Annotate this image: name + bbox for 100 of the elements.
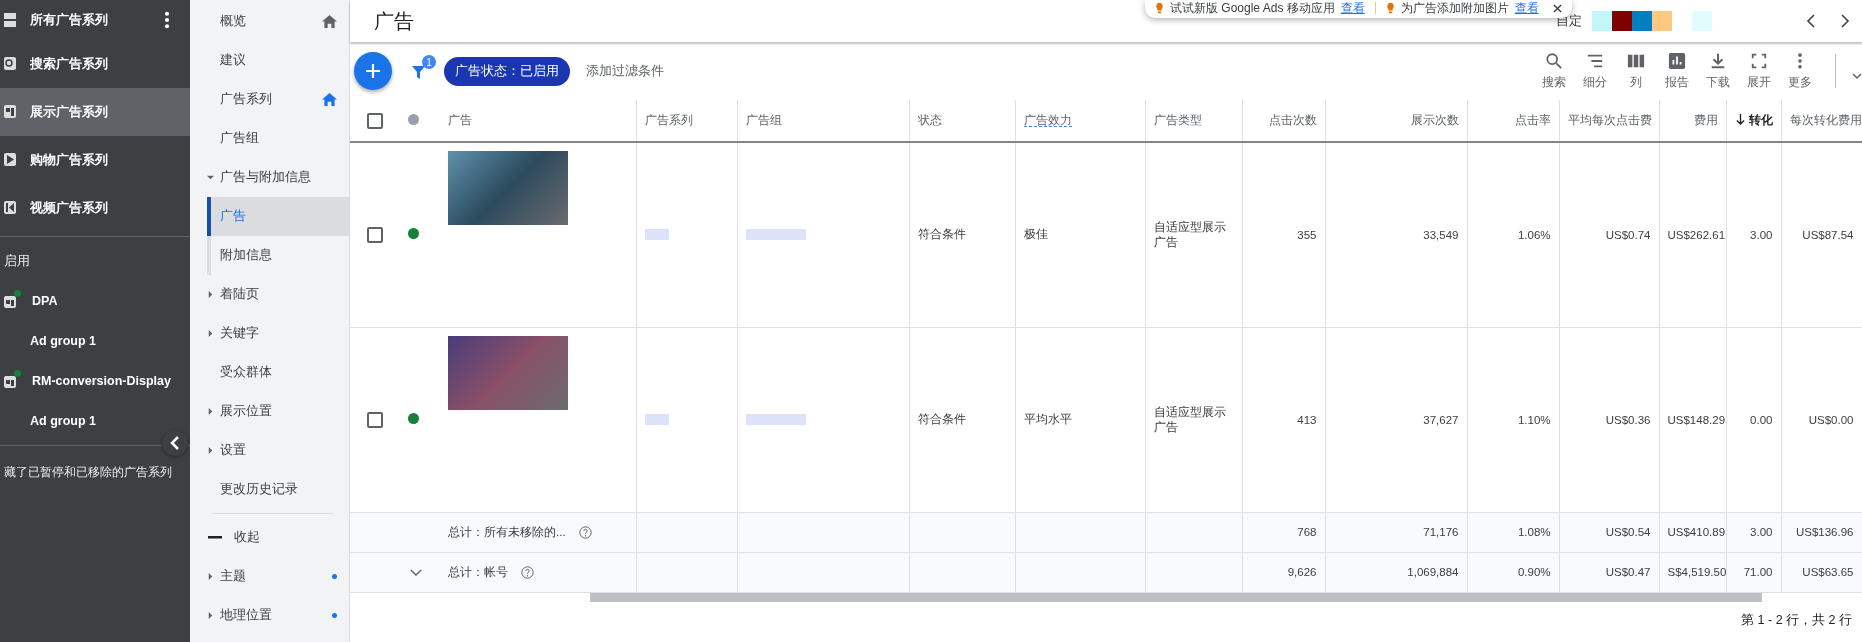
table-cell: 413 [1297,413,1317,426]
table-cell: 1.08% [1517,526,1551,538]
total-label: 总计：所有未移除的... [448,525,566,538]
list-icon [4,12,18,28]
column-header[interactable]: 费用 [1693,114,1718,126]
nav-item[interactable]: 着陆页 [190,275,349,314]
nav-item[interactable]: 广告与附加信息 [190,158,349,197]
table-cell: 71,176 [1423,526,1459,538]
table-cell: 3.00 [1750,228,1773,241]
row-checkbox[interactable] [367,226,383,243]
toolbar-action[interactable]: 下载 [1698,52,1737,90]
chevron-down-icon[interactable] [410,569,422,576]
column-header[interactable]: 点击率 [1514,114,1551,126]
table-cell: 符合条件 [917,413,966,425]
column-header[interactable]: 平均每次点击费 [1567,114,1652,126]
column-header[interactable]: 广告效力 [1023,114,1072,127]
table-cell: US$0.74 [1605,228,1651,241]
help-icon[interactable] [578,525,592,539]
table-cell: 9,626 [1287,566,1317,578]
chevron-down-icon[interactable] [1852,72,1862,80]
table-cell: 极佳 [1023,228,1048,241]
nav-item[interactable]: 附加信息 [211,236,349,275]
select-all-checkbox[interactable] [367,112,383,129]
campaign-type-item[interactable]: 购物广告系列 [0,136,190,184]
column-header[interactable]: 展示次数 [1410,114,1459,126]
table-cell: 1,069,884 [1407,566,1459,578]
column-header[interactable]: 状态 [917,114,942,126]
add-button[interactable] [354,52,392,90]
toolbar-action[interactable]: 列 [1616,52,1655,90]
lightbulb-icon [1385,2,1395,14]
nav-item[interactable]: 更改历史记录 [190,470,349,509]
column-header[interactable]: 广告组 [745,114,782,126]
chevron-left-icon[interactable] [1806,14,1816,28]
nav-item[interactable]: 关键字 [190,314,349,353]
redacted-text [644,229,669,241]
play-icon [4,152,18,168]
status-header-dot [408,114,419,125]
nav-item[interactable]: 展示位置 [190,392,349,431]
table-cell: US$87.54 [1802,228,1854,241]
toolbar-action[interactable]: 细分 [1575,52,1614,90]
nav-item[interactable]: 主题 [190,557,349,596]
ad-group-item[interactable]: Ad group 1 [30,334,96,348]
view-link[interactable]: 查看 [1514,0,1539,17]
close-icon[interactable] [1552,3,1562,13]
more-vert-icon[interactable] [164,11,170,29]
collapse-link[interactable]: 收起 [234,529,349,546]
filter-chip[interactable]: 广告状态：已启用 [444,56,570,86]
table-cell: 0.90% [1517,566,1551,578]
toolbar-action[interactable]: 报告 [1657,52,1696,90]
bar-chart-icon [1667,52,1686,70]
column-header[interactable]: 每次转化费用 [1789,114,1861,126]
chevron-right-icon[interactable] [1840,14,1850,28]
grid-icon [4,104,18,120]
redacted-text [644,414,669,425]
campaign-type-item[interactable]: 视频广告系列 [0,184,190,232]
filter-count-badge: 1 [422,55,436,69]
table-cell: 0.00 [1750,413,1773,426]
help-icon[interactable] [521,565,535,579]
lightbulb-icon [1155,2,1164,14]
column-header[interactable]: 广告系列 [644,114,693,126]
horizontal-scrollbar[interactable] [590,592,1762,602]
toolbar-action[interactable]: 展开 [1739,52,1778,90]
hidden-campaigns-note: 藏了已暂停和已移除的广告系列 [4,465,172,479]
campaign-item[interactable]: DPA [32,294,58,308]
table-cell: 768 [1297,526,1317,538]
redacted-text [745,229,806,241]
campaign-type-item[interactable]: 搜索广告系列 [0,40,190,88]
table-cell: 自适应型展示广告 [1153,220,1226,248]
toolbar-action[interactable]: 更多 [1780,52,1819,90]
nav-item[interactable]: 受众群体 [190,353,349,392]
table-cell: 符合条件 [917,228,966,241]
column-header[interactable]: 广告 [448,114,472,126]
nav-item[interactable]: 概览 [190,2,349,41]
nav-item[interactable]: 广告组 [190,119,349,158]
table-cell: US$410.89 [1667,526,1726,538]
view-link[interactable]: 查看 [1340,0,1365,17]
pagination-text: 第 1 - 2 行，共 2 行 [1741,612,1852,627]
total-label: 总计：帐号 [448,565,508,578]
column-header[interactable]: 点击次数 [1268,114,1317,126]
more-vert-icon [1796,52,1803,70]
redacted-text [745,414,806,425]
campaign-type-item[interactable]: 展示广告系列 [0,88,190,136]
add-filter-link[interactable]: 添加过滤条件 [586,62,664,80]
column-header[interactable]: 转化 [1735,114,1773,126]
campaign-item[interactable]: RM-conversion-Display [32,374,171,388]
collapse-sidebar-button[interactable] [162,430,188,456]
nav-item[interactable]: 建议 [190,41,349,80]
all-campaigns-label[interactable]: 所有广告系列 [30,11,152,29]
toolbar-action[interactable]: 搜索 [1534,52,1573,90]
row-checkbox[interactable] [367,411,383,428]
nav-item[interactable]: 地理位置 [190,596,349,635]
segment-icon [1585,52,1604,70]
nav-item[interactable]: 设置 [190,431,349,470]
column-header[interactable]: 广告类型 [1153,114,1202,126]
table-cell: 平均水平 [1023,413,1072,425]
notice-text: 为广告添加附加图片 [1400,0,1509,17]
ad-group-item[interactable]: Ad group 1 [30,414,96,428]
plus-icon [365,63,381,79]
nav-item[interactable]: 广告系列 [190,80,349,119]
table-cell: 355 [1297,228,1317,241]
